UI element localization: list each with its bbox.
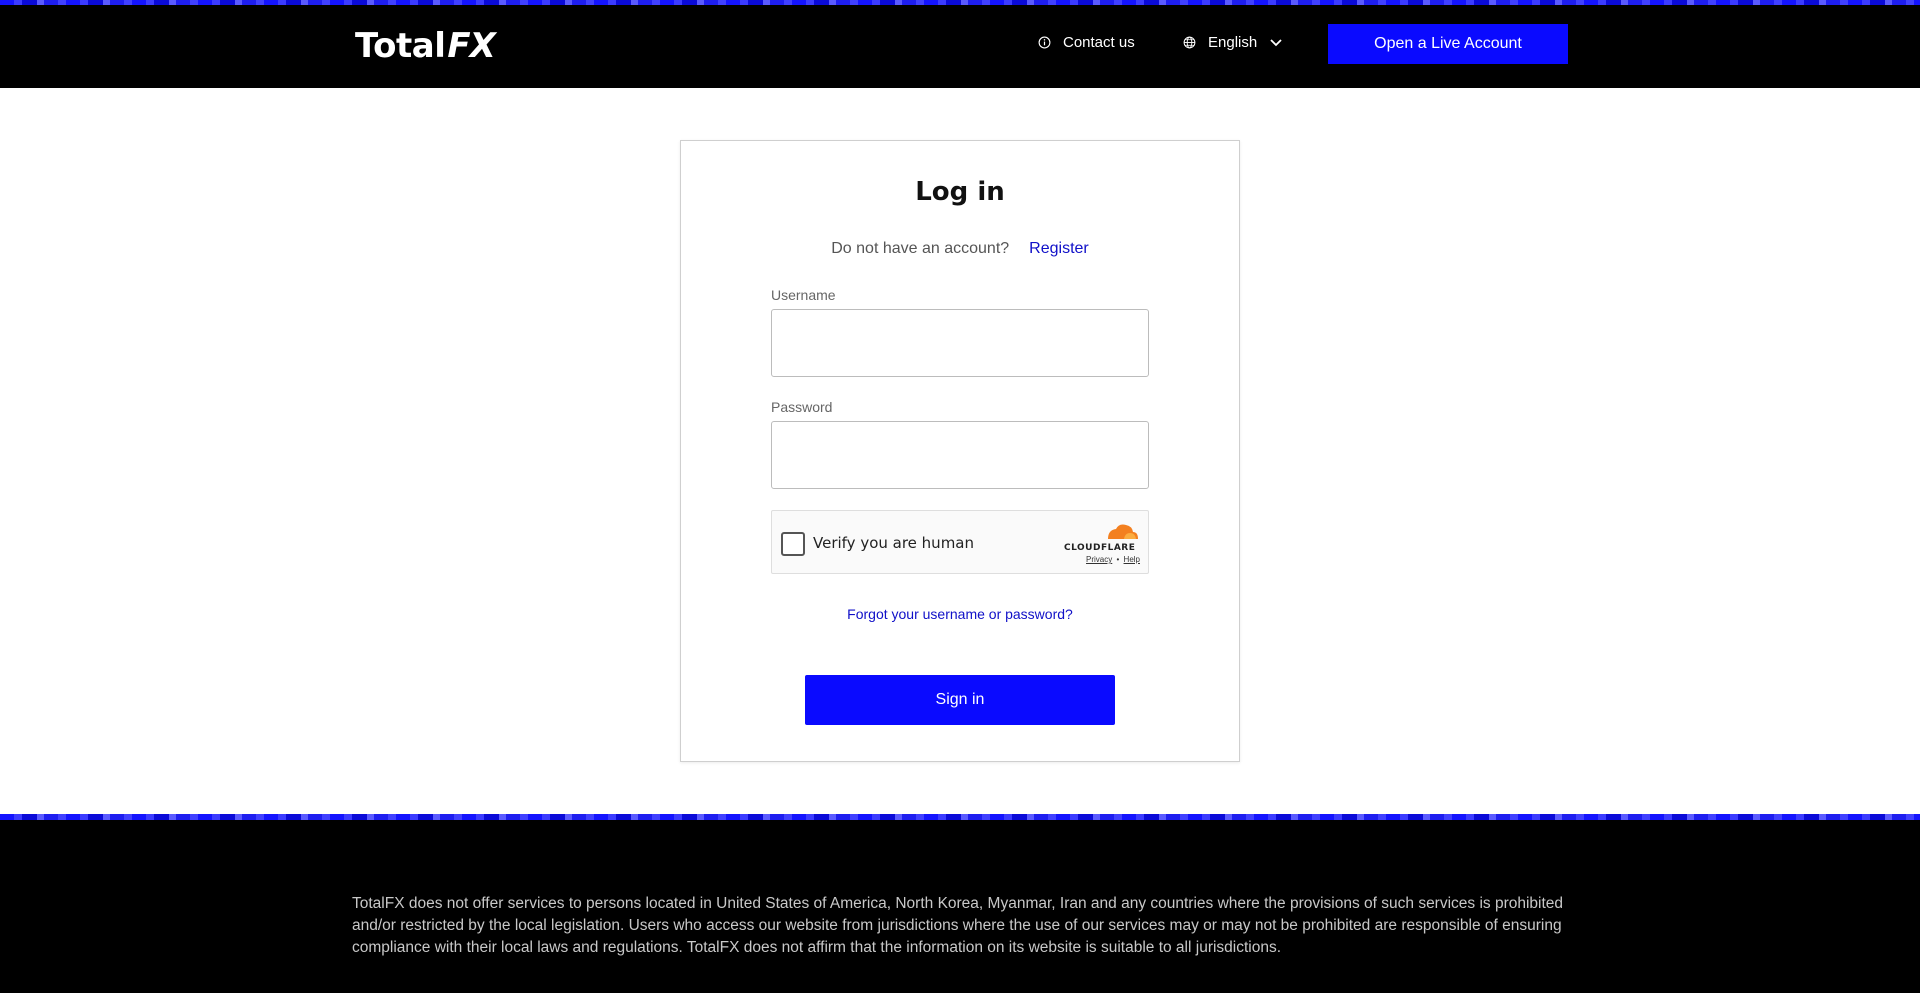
captcha-label: Verify you are human xyxy=(813,534,975,552)
register-prompt: Do not have an account? Register xyxy=(681,240,1239,258)
info-icon xyxy=(1038,36,1051,49)
cloudflare-logo: CLOUDFLARE Privacy • Help xyxy=(1064,522,1140,564)
captcha-links: Privacy • Help xyxy=(1064,555,1140,564)
site-footer: TotalFX does not offer services to perso… xyxy=(0,814,1920,993)
forgot-credentials-link[interactable]: Forgot your username or password? xyxy=(681,606,1239,622)
cloudflare-cloud-icon xyxy=(1108,524,1138,539)
login-card: Log in Do not have an account? Register U… xyxy=(680,140,1240,762)
cloudflare-wordmark: CLOUDFLARE xyxy=(1064,543,1136,553)
password-label: Password xyxy=(771,399,833,415)
open-live-account-button[interactable]: Open a Live Account xyxy=(1328,24,1568,64)
footer-disclaimer: TotalFX does not offer services to perso… xyxy=(352,895,1564,956)
contact-us-link[interactable]: Contact us xyxy=(1038,34,1135,51)
password-input[interactable] xyxy=(771,421,1149,489)
username-label: Username xyxy=(771,287,836,303)
header-stripe xyxy=(0,0,1920,5)
username-input[interactable] xyxy=(771,309,1149,377)
sign-in-button[interactable]: Sign in xyxy=(805,675,1115,725)
footer-stripe xyxy=(0,814,1920,820)
captcha-privacy-link[interactable]: Privacy xyxy=(1086,555,1112,564)
language-label: English xyxy=(1208,34,1258,51)
page-title: Log in xyxy=(915,177,1005,207)
contact-us-label: Contact us xyxy=(1063,34,1135,51)
globe-icon xyxy=(1183,36,1196,49)
captcha-help-link[interactable]: Help xyxy=(1124,555,1140,564)
site-header: Total FX Contact us English Open a Live A… xyxy=(0,0,1920,88)
register-link[interactable]: Register xyxy=(1029,240,1089,257)
totalfx-logo[interactable]: Total FX xyxy=(355,26,496,66)
logo-text: Total xyxy=(355,26,446,66)
chevron-down-icon xyxy=(1270,38,1282,46)
captcha-checkbox[interactable] xyxy=(781,532,805,556)
logo-fx-text: FX xyxy=(447,26,495,66)
captcha-link-separator: • xyxy=(1116,555,1120,564)
cloudflare-captcha: Verify you are human CLOUDFLARE Privacy … xyxy=(771,510,1149,574)
language-selector[interactable]: English xyxy=(1183,34,1283,51)
no-account-text: Do not have an account? xyxy=(831,240,1010,257)
